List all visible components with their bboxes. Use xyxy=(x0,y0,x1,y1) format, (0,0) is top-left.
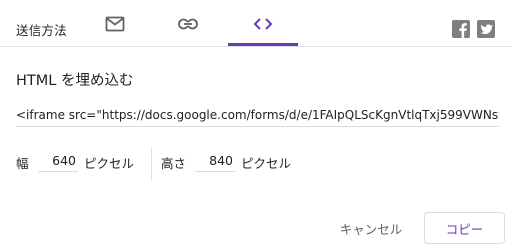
twitter-icon xyxy=(477,20,495,38)
send-via-label: 送信方法 xyxy=(16,23,67,38)
tab-embed[interactable] xyxy=(228,0,298,47)
code-icon xyxy=(253,17,273,30)
copy-button[interactable]: コピー xyxy=(424,212,505,244)
width-input[interactable] xyxy=(38,150,78,172)
facebook-share-button[interactable] xyxy=(452,20,470,38)
tab-email[interactable] xyxy=(92,0,138,47)
dimension-divider xyxy=(151,148,152,181)
send-form-dialog: 送信方法 HTML を埋め込む <iframe src="https://doc… xyxy=(0,0,512,248)
dialog-header: 送信方法 xyxy=(0,0,512,47)
cancel-button[interactable]: キャンセル xyxy=(330,212,412,244)
active-tab-indicator xyxy=(228,43,298,46)
tab-link[interactable] xyxy=(165,0,211,47)
height-unit: ピクセル xyxy=(241,156,292,171)
height-input[interactable] xyxy=(195,150,235,172)
embed-code-field[interactable] xyxy=(16,103,499,127)
link-icon xyxy=(178,18,198,29)
twitter-share-button[interactable] xyxy=(477,20,495,38)
height-label: 高さ xyxy=(161,156,187,171)
width-label: 幅 xyxy=(16,156,29,171)
embed-html-title: HTML を埋め込む xyxy=(16,73,134,89)
facebook-icon xyxy=(452,20,470,38)
mail-icon xyxy=(105,16,125,31)
width-unit: ピクセル xyxy=(84,156,135,171)
